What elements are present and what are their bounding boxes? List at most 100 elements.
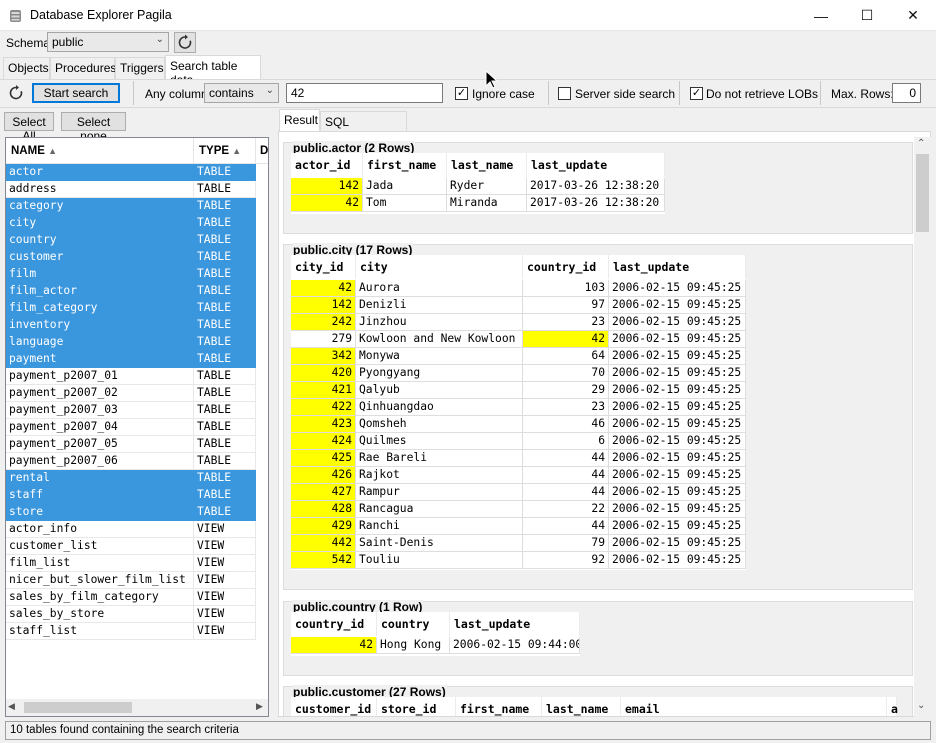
- result-cell[interactable]: Kowloon and New Kowloon: [356, 331, 523, 348]
- result-cell[interactable]: 342: [291, 348, 356, 365]
- column-header[interactable]: last_update: [609, 255, 746, 279]
- result-cell[interactable]: 2006-02-15 09:45:25: [609, 331, 746, 348]
- ignore-case-checkbox[interactable]: ✓: [455, 87, 468, 100]
- scroll-thumb[interactable]: [24, 702, 132, 713]
- column-header[interactable]: country_id: [291, 612, 377, 636]
- result-cell[interactable]: 23: [523, 399, 609, 416]
- result-cell[interactable]: 22: [523, 501, 609, 518]
- result-cell[interactable]: 2006-02-15 09:45:25: [609, 382, 746, 399]
- result-cell[interactable]: 422: [291, 399, 356, 416]
- scroll-left-icon[interactable]: ◀: [8, 701, 15, 712]
- result-cell[interactable]: Jada: [363, 178, 447, 195]
- result-cell[interactable]: 2006-02-15 09:45:25: [609, 297, 746, 314]
- result-cell[interactable]: Saint-Denis: [356, 535, 523, 552]
- result-cell[interactable]: 2006-02-15 09:45:25: [609, 484, 746, 501]
- table-row[interactable]: payment_p2007_02TABLE: [6, 385, 269, 402]
- horizontal-scrollbar[interactable]: ◀ ▶: [6, 699, 268, 716]
- tab-triggers[interactable]: Triggers: [115, 57, 165, 79]
- d-column-header[interactable]: D: [256, 138, 269, 164]
- column-header[interactable]: last_update: [527, 153, 665, 177]
- result-cell[interactable]: 42: [523, 331, 609, 348]
- operator-select[interactable]: contains ⌄: [204, 83, 279, 103]
- result-cell[interactable]: Qomsheh: [356, 416, 523, 433]
- start-search-button[interactable]: Start search: [32, 83, 120, 103]
- max-rows-input[interactable]: 0: [892, 83, 921, 103]
- table-row[interactable]: film_categoryTABLE: [6, 300, 269, 317]
- result-cell[interactable]: 142: [291, 178, 363, 195]
- column-header[interactable]: email: [621, 697, 887, 717]
- column-header[interactable]: store_id: [377, 697, 456, 717]
- result-cell[interactable]: Qalyub: [356, 382, 523, 399]
- table-row[interactable]: staff_listVIEW: [6, 623, 269, 640]
- column-header[interactable]: city_id: [291, 255, 356, 279]
- table-row[interactable]: payment_p2007_03TABLE: [6, 402, 269, 419]
- result-cell[interactable]: 42: [291, 195, 363, 212]
- result-cell[interactable]: 64: [523, 348, 609, 365]
- result-cell[interactable]: 44: [523, 484, 609, 501]
- table-row[interactable]: film_listVIEW: [6, 555, 269, 572]
- result-cell[interactable]: 421: [291, 382, 356, 399]
- result-cell[interactable]: 2006-02-15 09:45:25: [609, 433, 746, 450]
- result-cell[interactable]: 44: [523, 450, 609, 467]
- result-cell[interactable]: 70: [523, 365, 609, 382]
- table-row[interactable]: filmTABLE: [6, 266, 269, 283]
- table-row[interactable]: payment_p2007_05TABLE: [6, 436, 269, 453]
- result-cell[interactable]: Quilmes: [356, 433, 523, 450]
- table-row[interactable]: payment_p2007_01TABLE: [6, 368, 269, 385]
- result-cell[interactable]: 2006-02-15 09:45:25: [609, 450, 746, 467]
- table-row[interactable]: cityTABLE: [6, 215, 269, 232]
- scroll-right-icon[interactable]: ▶: [256, 701, 263, 712]
- result-cell[interactable]: Tom: [363, 195, 447, 212]
- result-cell[interactable]: 279: [291, 331, 356, 348]
- result-cell[interactable]: Qinhuangdao: [356, 399, 523, 416]
- table-row[interactable]: inventoryTABLE: [6, 317, 269, 334]
- type-column-header[interactable]: TYPE ▲: [194, 138, 256, 164]
- result-cell[interactable]: 92: [523, 552, 609, 569]
- column-header[interactable]: first_name: [363, 153, 447, 177]
- result-cell[interactable]: 23: [523, 314, 609, 331]
- table-row[interactable]: languageTABLE: [6, 334, 269, 351]
- minimize-button[interactable]: —: [798, 0, 844, 31]
- result-cell[interactable]: 2006-02-15 09:45:25: [609, 467, 746, 484]
- result-cell[interactable]: 2006-02-15 09:45:25: [609, 280, 746, 297]
- result-cell[interactable]: 427: [291, 484, 356, 501]
- close-button[interactable]: ✕: [890, 0, 936, 31]
- result-cell[interactable]: 44: [523, 467, 609, 484]
- result-cell[interactable]: 2017-03-26 12:38:20: [527, 178, 665, 195]
- column-header[interactable]: country_id: [523, 255, 609, 279]
- result-cell[interactable]: Rancagua: [356, 501, 523, 518]
- result-cell[interactable]: 2006-02-15 09:45:25: [609, 518, 746, 535]
- result-cell[interactable]: Ryder: [447, 178, 527, 195]
- result-cell[interactable]: 2006-02-15 09:45:25: [609, 365, 746, 382]
- column-header[interactable]: first_name: [456, 697, 542, 717]
- result-cell[interactable]: 97: [523, 297, 609, 314]
- column-header[interactable]: city: [356, 255, 523, 279]
- vertical-scrollbar[interactable]: ⌃ ⌄: [914, 137, 931, 717]
- result-cell[interactable]: Miranda: [447, 195, 527, 212]
- no-lobs-checkbox[interactable]: ✓: [690, 87, 703, 100]
- table-row[interactable]: storeTABLE: [6, 504, 269, 521]
- table-row[interactable]: sales_by_storeVIEW: [6, 606, 269, 623]
- result-cell[interactable]: 2006-02-15 09:45:25: [609, 535, 746, 552]
- result-cell[interactable]: Rampur: [356, 484, 523, 501]
- column-header[interactable]: customer_id: [291, 697, 377, 717]
- table-row[interactable]: categoryTABLE: [6, 198, 269, 215]
- result-cell[interactable]: 6: [523, 433, 609, 450]
- result-cell[interactable]: 79: [523, 535, 609, 552]
- scroll-down-icon[interactable]: ⌄: [917, 700, 925, 711]
- name-column-header[interactable]: NAME ▲: [6, 138, 194, 164]
- select-none-button[interactable]: Select none: [61, 112, 126, 131]
- refresh-schema-button[interactable]: [174, 32, 196, 53]
- table-row[interactable]: payment_p2007_04TABLE: [6, 419, 269, 436]
- table-row[interactable]: rentalTABLE: [6, 470, 269, 487]
- result-cell[interactable]: 2006-02-15 09:45:25: [609, 314, 746, 331]
- table-row[interactable]: sales_by_film_categoryVIEW: [6, 589, 269, 606]
- tab-search-table-data[interactable]: Search table data: [165, 55, 261, 79]
- tab-result[interactable]: Result: [279, 109, 320, 132]
- result-cell[interactable]: 442: [291, 535, 356, 552]
- select-all-button[interactable]: Select All: [4, 112, 54, 131]
- table-row[interactable]: actorTABLE: [6, 164, 269, 181]
- table-row[interactable]: actor_infoVIEW: [6, 521, 269, 538]
- result-cell[interactable]: 428: [291, 501, 356, 518]
- table-row[interactable]: nicer_but_slower_film_listVIEW: [6, 572, 269, 589]
